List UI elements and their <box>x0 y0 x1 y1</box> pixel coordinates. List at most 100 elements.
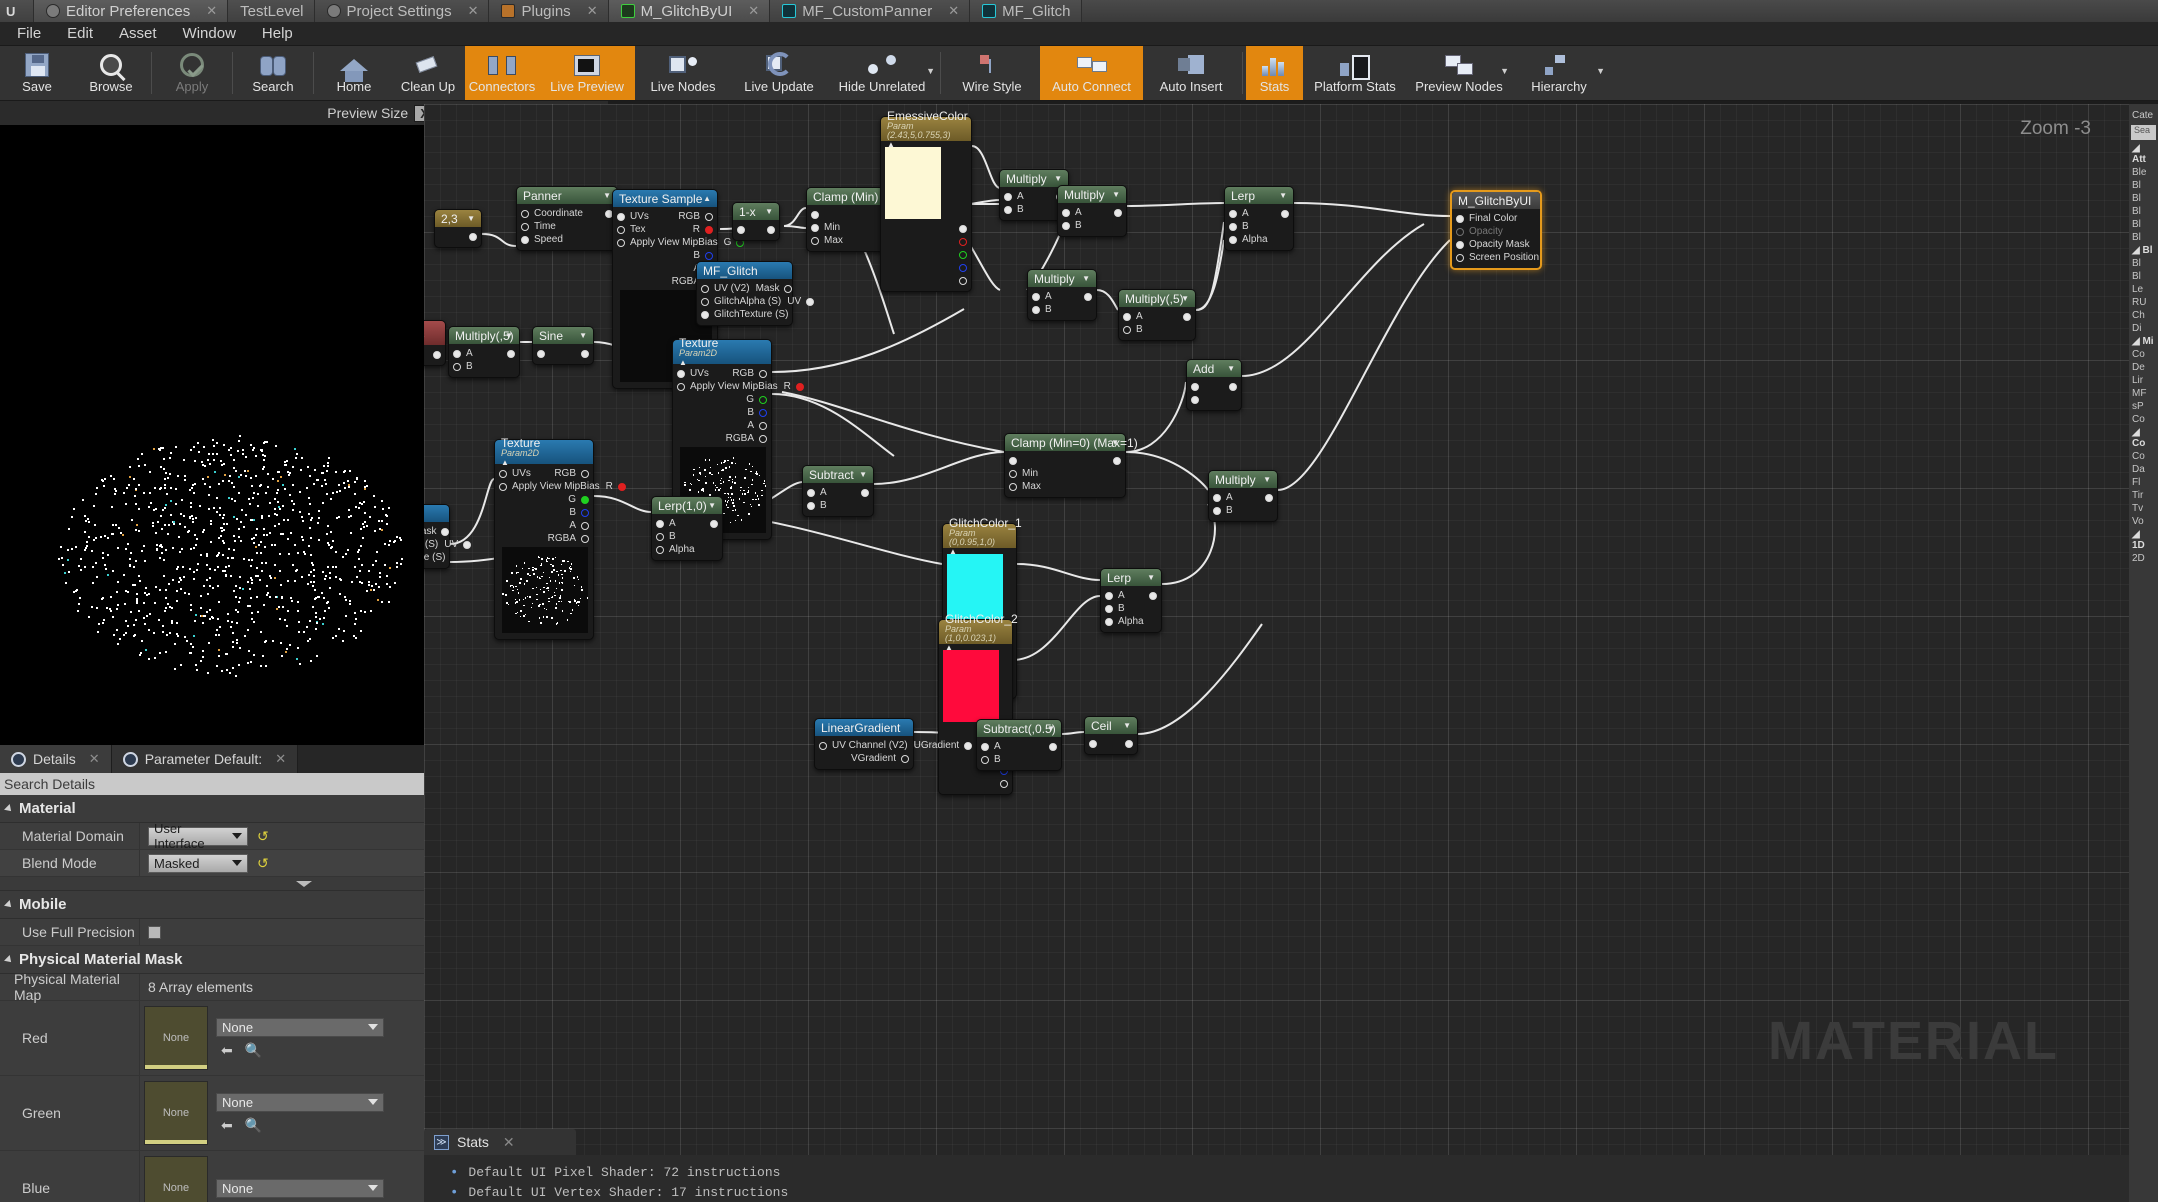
input-pin[interactable] <box>1004 193 1012 201</box>
palette-item[interactable]: Bl <box>2129 192 2158 205</box>
output-pin[interactable] <box>784 285 792 293</box>
chevron-down-icon[interactable]: ▼ <box>1047 724 1055 733</box>
node-header[interactable]: GlitchColor_1 Param (0,0.95,1,0) ▲ <box>943 524 1016 548</box>
tab-ue-logo[interactable]: U <box>0 0 34 22</box>
graph-node-lineargrad[interactable]: LinearGradient UV Channel (V2) UGradient VG… <box>814 718 914 770</box>
toolbar-preview-nodes-button[interactable]: Preview Nodes ▼ <box>1407 46 1511 100</box>
input-pin[interactable] <box>521 210 529 218</box>
palette-item[interactable]: De <box>2129 361 2158 374</box>
chevron-down-icon[interactable]: ▼ <box>467 214 475 223</box>
palette-item[interactable]: Bl <box>2129 231 2158 244</box>
output-pin[interactable] <box>1084 293 1092 301</box>
input-pin[interactable] <box>617 226 625 234</box>
node-header[interactable]: Texture Param2D ▲ <box>673 340 771 364</box>
close-icon[interactable]: ✕ <box>468 3 479 19</box>
output-pin[interactable] <box>581 535 589 543</box>
node-header[interactable]: GlitchColor_2 Param (1,0,0.023,1) ▲ <box>939 620 1012 644</box>
output-pin[interactable] <box>959 251 967 259</box>
input-pin[interactable] <box>1123 313 1131 321</box>
node-header[interactable]: Lerp(1,0) ▼ <box>652 497 722 514</box>
node-header[interactable]: Multiply(,5) ▼ <box>1119 290 1195 307</box>
input-pin[interactable] <box>1191 396 1199 404</box>
input-pin[interactable] <box>1062 209 1070 217</box>
output-pin[interactable] <box>767 226 775 234</box>
input-pin[interactable] <box>677 383 685 391</box>
input-pin[interactable] <box>656 533 664 541</box>
chevron-down-icon[interactable]: ▼ <box>1181 294 1189 303</box>
close-icon[interactable]: ✕ <box>948 3 959 19</box>
output-pin[interactable] <box>1265 494 1273 502</box>
node-header[interactable]: Multiply ▼ <box>1000 170 1068 187</box>
palette-item[interactable]: Tv <box>2129 502 2158 515</box>
chevron-down-icon[interactable]: ▼ <box>1263 475 1271 484</box>
chevron-down-icon[interactable]: ▼ <box>1279 191 1287 200</box>
input-pin[interactable] <box>1229 236 1237 244</box>
input-pin[interactable] <box>1004 206 1012 214</box>
input-pin[interactable] <box>807 489 815 497</box>
output-pin[interactable] <box>959 238 967 246</box>
chevron-up-icon[interactable]: ▲ <box>887 140 895 149</box>
palette-item[interactable]: Bl <box>2129 257 2158 270</box>
color-swatch[interactable] <box>943 650 999 722</box>
toolbar-browse-button[interactable]: Browse <box>74 46 148 100</box>
input-pin[interactable] <box>701 285 709 293</box>
asset-picker-combo[interactable]: None <box>216 1179 384 1198</box>
graph-node-add1[interactable]: Add ▼ <box>1186 359 1242 411</box>
palette-item[interactable]: 2D <box>2129 552 2158 565</box>
output-pin[interactable] <box>759 396 767 404</box>
chevron-down-icon[interactable]: ▼ <box>1123 721 1131 730</box>
input-pin[interactable] <box>811 237 819 245</box>
toolbar-hide-unrelated-button[interactable]: Hide Unrelated ▼ <box>827 46 937 100</box>
tab-mf-glitch[interactable]: MF_Glitch <box>970 0 1081 22</box>
input-pin[interactable] <box>453 363 461 371</box>
input-pin[interactable] <box>537 350 545 358</box>
input-pin[interactable] <box>1105 618 1113 626</box>
input-pin[interactable] <box>1213 494 1221 502</box>
toolbar-auto-connect-button[interactable]: Auto Connect <box>1040 46 1143 100</box>
node-header[interactable]: Add ▼ <box>1187 360 1241 377</box>
input-pin[interactable] <box>1105 605 1113 613</box>
tab-plugins[interactable]: Plugins ✕ <box>489 0 608 22</box>
toolbar-search-button[interactable]: Search <box>236 46 310 100</box>
palette-item[interactable]: Bl <box>2129 179 2158 192</box>
palette-item[interactable]: MF <box>2129 387 2158 400</box>
palette-search-input[interactable]: Sea <box>2131 125 2156 140</box>
output-pin[interactable] <box>1000 780 1008 788</box>
chevron-up-icon[interactable]: ▲ <box>949 547 957 556</box>
toolbar-platform-stats-button[interactable]: Platform Stats <box>1303 46 1407 100</box>
tab-m-glitchbyui[interactable]: M_GlitchByUI ✕ <box>609 0 771 22</box>
toolbar-live-preview-button[interactable]: Live Preview <box>539 46 635 100</box>
input-pin[interactable] <box>1032 306 1040 314</box>
toolbar-connectors-button[interactable]: Connectors <box>465 46 539 100</box>
use-selected-asset-icon[interactable]: ⬅ <box>221 1042 233 1059</box>
node-header[interactable]: Multiply(,5) ▼ <box>449 327 519 344</box>
asset-picker-combo[interactable]: None <box>216 1093 384 1112</box>
output-pin[interactable] <box>1281 210 1289 218</box>
output-pin[interactable] <box>759 435 767 443</box>
input-pin[interactable] <box>1089 740 1097 748</box>
material-domain-combo[interactable]: User Interface <box>148 827 248 846</box>
node-header[interactable]: Clamp (Min=0) (Max=1) ▼ <box>1005 434 1125 451</box>
output-pin[interactable] <box>959 264 967 272</box>
chevron-down-icon[interactable]: ▼ <box>1227 364 1235 373</box>
output-pin[interactable] <box>901 755 909 763</box>
asset-thumbnail[interactable]: None <box>144 1156 208 1202</box>
input-pin[interactable] <box>499 470 507 478</box>
palette-item[interactable]: ◢ Att <box>2129 142 2158 166</box>
input-pin[interactable] <box>807 502 815 510</box>
menu-file[interactable]: File <box>4 23 54 44</box>
input-pin[interactable] <box>1062 222 1070 230</box>
input-pin[interactable] <box>677 370 685 378</box>
toolbar-save-button[interactable]: Save <box>0 46 74 100</box>
graph-node-timenode[interactable]: TimeInput Data▼ <box>424 320 446 366</box>
close-icon[interactable]: ✕ <box>503 1134 515 1151</box>
palette-item[interactable]: Tir <box>2129 489 2158 502</box>
use-full-precision-checkbox[interactable] <box>148 926 161 939</box>
close-icon[interactable]: ✕ <box>748 3 759 19</box>
graph-node-const23[interactable]: 2,3 ▼ <box>434 209 482 248</box>
reset-to-default-icon[interactable]: ↺ <box>257 828 269 845</box>
input-pin[interactable] <box>521 236 529 244</box>
output-pin[interactable] <box>964 742 972 750</box>
graph-node-mult5b[interactable]: Multiply(,5) ▼ A B <box>1118 289 1196 341</box>
reset-to-default-icon[interactable]: ↺ <box>257 855 269 872</box>
